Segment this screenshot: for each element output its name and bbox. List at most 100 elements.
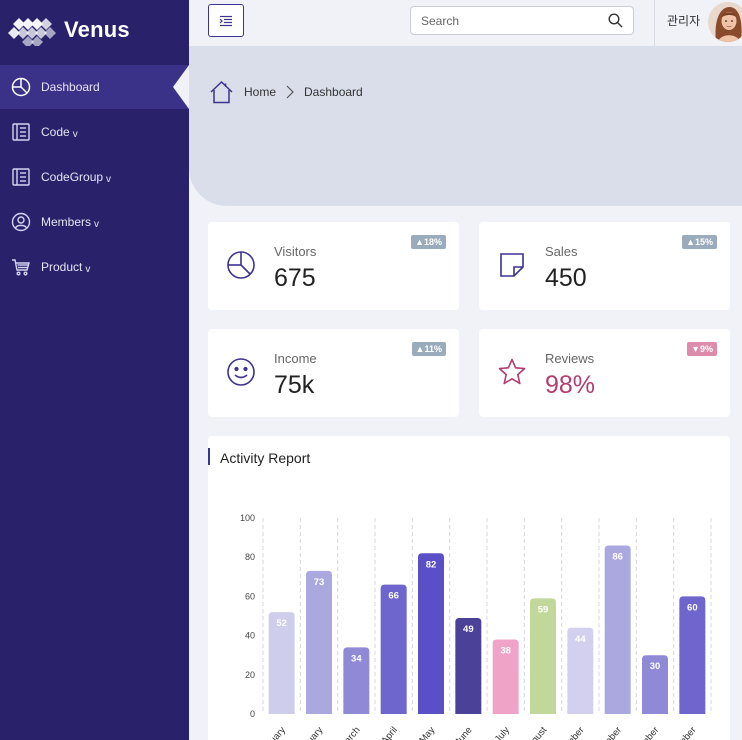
y-tick-label: 80: [245, 552, 255, 562]
sidebar-item-dashboard[interactable]: Dashboard: [0, 65, 189, 109]
breadcrumb-home[interactable]: Home: [244, 85, 276, 99]
menu-toggle-button[interactable]: [208, 4, 244, 37]
star-icon: [498, 358, 526, 385]
sidebar-item-code[interactable]: Code v: [0, 110, 189, 154]
bar-value-label: 38: [500, 646, 511, 657]
app-name: Venus: [64, 17, 130, 42]
search-input[interactable]: [421, 13, 608, 28]
topbar-divider: [654, 0, 655, 46]
pie-chart-icon: [227, 251, 255, 279]
bar-value-label: 82: [426, 559, 437, 570]
stat-card-reviews: Reviews 98% ▼ 9%: [479, 329, 730, 417]
chart-bar[interactable]: [418, 553, 444, 714]
caret-up-icon: ▲: [686, 237, 695, 247]
sidebar-item-product[interactable]: Product v: [0, 245, 189, 289]
y-tick-label: 100: [240, 513, 255, 523]
smiley-icon: [227, 358, 255, 386]
stat-label: Visitors: [274, 244, 317, 259]
diamond-logo-icon: [8, 18, 56, 46]
username[interactable]: 관리자: [667, 12, 700, 29]
cart-icon: [10, 256, 32, 278]
status-badge: ▼ 9%: [687, 342, 717, 356]
bar-value-label: 49: [463, 624, 474, 635]
page-header-banner: Home Dashboard: [189, 46, 742, 206]
x-tick-label: October: [594, 725, 624, 740]
sidebar-item-label: Product: [41, 260, 83, 274]
status-badge: ▲ 15%: [682, 235, 717, 249]
chevron-down-icon: v: [72, 128, 78, 140]
sidebar-item-label: Members: [41, 215, 92, 229]
activity-report-card: Activity Report 02040608010052January73F…: [208, 436, 730, 740]
status-badge: ▲ 11%: [411, 342, 446, 356]
stat-value: 450: [545, 264, 587, 292]
y-tick-label: 40: [245, 631, 255, 641]
stat-value: 75k: [274, 371, 315, 399]
sidebar: Venus Dashboard Code v CodeGroup v Membe…: [0, 0, 189, 740]
bar-value-label: 30: [650, 661, 661, 672]
logo[interactable]: Venus: [8, 12, 130, 48]
user-icon: [10, 211, 32, 233]
sticky-note-icon: [500, 253, 524, 277]
activity-bar-chart: 0 20 40 60 80 100 52 January 73 February 34 March 66…: [240, 513, 712, 740]
book-icon: [10, 121, 32, 143]
x-tick-label: September: [548, 725, 586, 740]
sidebar-item-codegroup[interactable]: CodeGroup v: [0, 155, 189, 199]
x-tick-label: August: [522, 725, 550, 740]
chart-bar[interactable]: [604, 545, 631, 714]
breadcrumb-current: Dashboard: [304, 85, 363, 99]
chart-bar[interactable]: [679, 596, 706, 714]
pie-chart-icon: [10, 76, 32, 98]
x-tick-label: June: [453, 725, 475, 740]
stat-value: 98%: [545, 371, 596, 399]
x-tick-label: May: [417, 725, 437, 740]
avatar[interactable]: [708, 2, 742, 42]
x-tick-label: November: [625, 725, 662, 740]
home-icon[interactable]: [209, 80, 234, 104]
stat-label: Sales: [545, 244, 578, 259]
active-indicator: [173, 65, 189, 109]
chart-bar[interactable]: [380, 584, 407, 714]
y-tick-label: 20: [245, 670, 255, 680]
sidebar-item-label: Code: [41, 125, 70, 139]
caret-down-icon: ▼: [691, 344, 700, 354]
sidebar-item-members[interactable]: Members v: [0, 200, 189, 244]
sidebar-item-label: CodeGroup: [41, 170, 104, 184]
stat-label: Reviews: [545, 351, 595, 366]
x-tick-label: April: [379, 725, 400, 740]
y-tick-label: 60: [245, 591, 255, 601]
x-tick-label: March: [337, 725, 362, 740]
stat-label: Income: [274, 351, 317, 366]
chart-bar[interactable]: [530, 598, 556, 714]
chevron-down-icon: v: [85, 263, 91, 275]
status-badge: ▲ 18%: [411, 235, 446, 249]
search-icon[interactable]: [608, 13, 623, 28]
stat-value: 675: [274, 264, 316, 292]
stat-card-income: Income 75k ▲ 11%: [208, 329, 459, 417]
topbar: 관리자: [189, 0, 742, 46]
bar-value-label: 86: [612, 551, 623, 562]
chart-bar[interactable]: [306, 570, 332, 714]
x-tick-label: July: [493, 725, 512, 740]
bar-value-label: 34: [351, 653, 362, 664]
chevron-right-icon: [286, 85, 294, 99]
indent-icon: [219, 15, 232, 26]
x-tick-label: December: [662, 725, 699, 740]
caret-up-icon: ▲: [415, 237, 424, 247]
sidebar-item-label: Dashboard: [41, 80, 100, 94]
breadcrumb: Home Dashboard: [209, 80, 363, 104]
x-tick-label: January: [258, 725, 288, 740]
bar-value-label: 66: [388, 591, 399, 602]
bar-value-label: 60: [687, 602, 698, 613]
stat-card-sales: Sales 450 ▲ 15%: [479, 222, 730, 310]
bar-value-label: 44: [575, 634, 586, 645]
chevron-down-icon: v: [106, 173, 112, 185]
y-tick-label: 0: [250, 709, 255, 719]
search-box: [410, 6, 634, 35]
book-icon: [10, 166, 32, 188]
bar-value-label: 73: [314, 577, 325, 588]
bar-value-label: 59: [538, 604, 549, 615]
chevron-down-icon: v: [94, 218, 100, 230]
caret-up-icon: ▲: [415, 344, 425, 354]
x-tick-label: February: [292, 725, 325, 740]
stat-card-visitors: Visitors 675 ▲ 18%: [208, 222, 459, 310]
